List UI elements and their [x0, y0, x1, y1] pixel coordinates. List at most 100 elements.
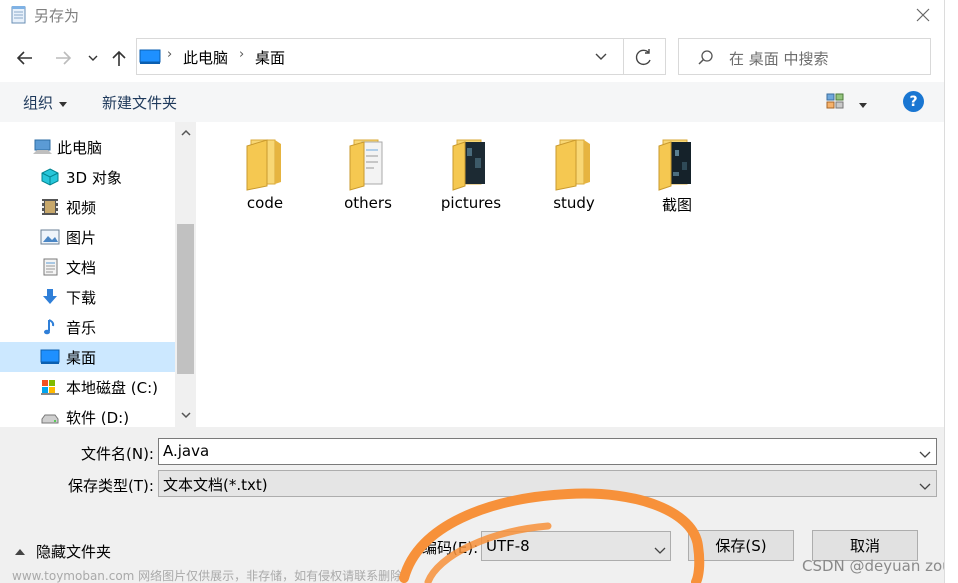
nav-item-music[interactable]: 音乐 [0, 312, 175, 342]
folder-item[interactable]: pictures [421, 136, 521, 220]
encoding-value[interactable]: UTF-8 [486, 537, 530, 555]
nav-item-this-pc[interactable]: 此电脑 [0, 132, 175, 162]
recent-locations-button[interactable] [86, 48, 100, 68]
nav-item-label: 图片 [66, 229, 97, 247]
save-type-select[interactable]: 文本文档(*.txt) [158, 470, 937, 497]
address-bar[interactable]: › 此电脑 › 桌面 [136, 38, 666, 75]
drive-c-icon [40, 378, 60, 396]
cube-3d-icon [40, 168, 60, 186]
chevron-down-icon [654, 547, 666, 554]
encoding-dropdown-button[interactable] [654, 543, 666, 559]
caret-up-icon [14, 545, 26, 561]
nav-item-desktop[interactable]: 桌面 [0, 342, 175, 372]
save-type-dropdown-button[interactable] [919, 479, 931, 495]
up-button[interactable] [106, 46, 132, 70]
notepad-icon [10, 5, 28, 25]
folder-name: pictures [440, 194, 502, 212]
save-type-label: 保存类型(T): [68, 477, 154, 495]
nav-item-videos[interactable]: 视频 [0, 192, 175, 222]
filename-dropdown-button[interactable] [919, 447, 931, 463]
nav-item-label: 下载 [66, 289, 97, 307]
help-button[interactable]: ? [903, 91, 924, 112]
chevron-up-icon [180, 129, 191, 136]
filename-value[interactable]: A.java [163, 442, 209, 460]
desktop-icon [139, 49, 161, 69]
nav-item-label: 软件 (D:) [66, 409, 130, 427]
nav-scrollbar[interactable] [175, 122, 196, 427]
folder-icon [447, 136, 495, 192]
filename-input[interactable]: A.java [158, 438, 937, 465]
nav-item-label: 音乐 [66, 319, 97, 337]
save-button[interactable]: 保存(S) [688, 530, 794, 561]
scroll-thumb[interactable] [177, 224, 194, 374]
download-icon [40, 288, 60, 306]
chevron-down-icon [180, 412, 191, 419]
encoding-label: 编码(E): [422, 539, 479, 557]
nav-item-label: 桌面 [66, 349, 97, 367]
search-box[interactable]: 在 桌面 中搜索 [678, 38, 931, 75]
chevron-down-icon [919, 483, 931, 490]
view-dropdown-button[interactable] [858, 98, 868, 114]
close-button[interactable] [906, 0, 940, 30]
folder-name: 截图 [661, 196, 692, 214]
folder-item[interactable]: others [318, 136, 418, 220]
arrow-left-icon [16, 51, 32, 65]
view-options-icon[interactable] [826, 93, 844, 109]
folder-icon [241, 136, 289, 192]
breadcrumb-separator[interactable]: › [167, 47, 172, 62]
divider [623, 39, 624, 74]
save-options-panel: 文件名(N): A.java 保存类型(T): 文本文档(*.txt) 隐藏文件… [0, 427, 952, 583]
search-icon [697, 49, 715, 71]
breadcrumb-this-pc[interactable]: 此电脑 [183, 47, 228, 68]
folder-name: study [553, 194, 595, 212]
file-list: code others pictures study 截图 [196, 122, 944, 427]
nav-item-label: 本地磁盘 (C:) [66, 379, 158, 397]
filename-label: 文件名(N): [81, 445, 154, 463]
nav-item-drive-c[interactable]: 本地磁盘 (C:) [0, 372, 175, 402]
window-border [944, 0, 945, 583]
close-icon [916, 8, 930, 22]
folder-item[interactable]: code [215, 136, 315, 220]
address-dropdown-button[interactable] [594, 51, 608, 67]
arrow-right-icon [56, 51, 72, 65]
nav-item-label: 3D 对象 [66, 169, 122, 187]
computer-icon [32, 138, 52, 156]
video-icon [40, 198, 60, 216]
chevron-down-icon [595, 53, 607, 60]
title-bar: 另存为 [0, 0, 958, 30]
hide-folders-label[interactable]: 隐藏文件夹 [36, 541, 111, 562]
breadcrumb-desktop[interactable]: 桌面 [255, 47, 285, 68]
arrow-up-icon [112, 50, 126, 66]
save-type-value[interactable]: 文本文档(*.txt) [163, 474, 268, 495]
watermark-text: www.toymoban.com 网络图片仅供展示，非存储，如有侵权请联系删除。 [12, 569, 415, 583]
folder-name: others [344, 194, 392, 212]
window-right-margin [944, 0, 958, 583]
search-placeholder[interactable]: 在 桌面 中搜索 [729, 48, 829, 69]
encoding-select[interactable]: UTF-8 [481, 531, 671, 561]
command-bar: 组织 新建文件夹 ? [0, 82, 944, 122]
csdn-watermark: CSDN @deyuan zou [802, 557, 952, 575]
nav-item-documents[interactable]: 文档 [0, 252, 175, 282]
forward-button[interactable] [52, 46, 78, 70]
chevron-down-icon [88, 55, 98, 61]
breadcrumb-separator[interactable]: › [239, 47, 244, 62]
folder-item[interactable]: 截图 [627, 136, 727, 220]
scroll-down-button[interactable] [175, 406, 196, 424]
back-button[interactable] [12, 46, 38, 70]
organize-button[interactable]: 组织 [23, 92, 53, 113]
nav-item-label: 此电脑 [57, 139, 103, 157]
folder-name: code [246, 194, 284, 212]
new-folder-button[interactable]: 新建文件夹 [102, 92, 177, 113]
scroll-up-button[interactable] [175, 124, 196, 142]
refresh-button[interactable] [633, 47, 655, 67]
window-title: 另存为 [34, 7, 80, 25]
nav-item-downloads[interactable]: 下载 [0, 282, 175, 312]
nav-item-pictures[interactable]: 图片 [0, 222, 175, 252]
navigation-pane: 此电脑 3D 对象 视频 图片 文档 下载 音乐 桌面 本地磁盘 (C:) 软件… [0, 122, 196, 427]
document-icon [40, 258, 60, 276]
folder-item[interactable]: study [524, 136, 624, 220]
caret-down-icon[interactable] [58, 97, 68, 113]
nav-item-3d-objects[interactable]: 3D 对象 [0, 162, 175, 192]
caret-down-icon [859, 103, 867, 108]
nav-item-label: 视频 [66, 199, 97, 217]
